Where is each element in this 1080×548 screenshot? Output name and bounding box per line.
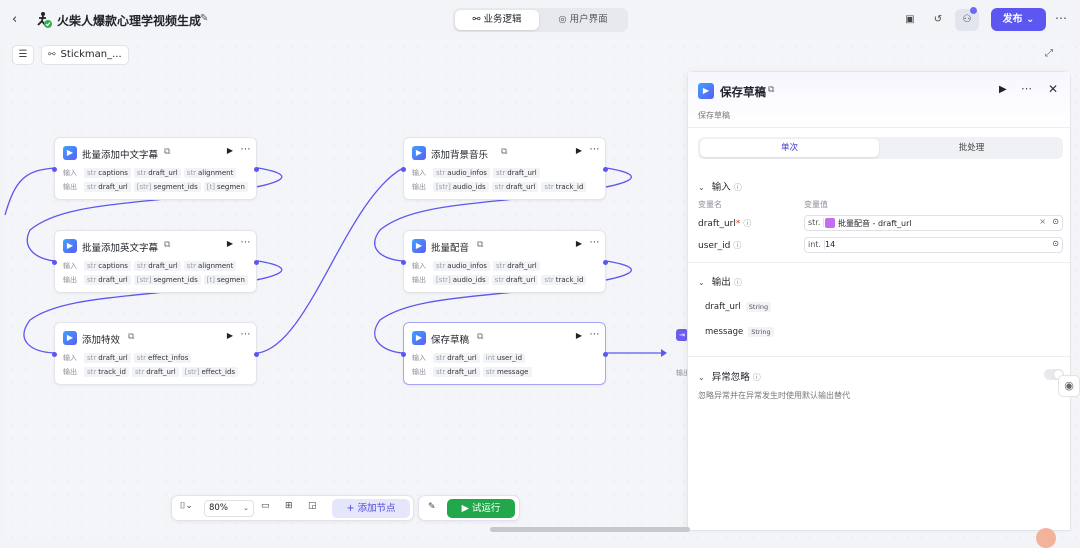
draft-url-field[interactable]: str. 批量配音 - draft_url × ⊙	[804, 215, 1063, 231]
node-batch-english-captions[interactable]: ▶ 批量添加英文字幕 ⧉ ▶ ⋯ 输入 str captions str draft_url st…	[52, 230, 259, 293]
output-section-header[interactable]: ⌄ 输出 ⓘ	[698, 274, 742, 288]
copy-icon: ⧉	[128, 332, 135, 342]
chevron-down-icon: ⌄	[698, 183, 705, 192]
col-variable-name: 变量名	[698, 200, 722, 209]
more-icon[interactable]: ⋯	[241, 237, 252, 248]
horizontal-scrollbar[interactable]	[490, 527, 690, 532]
field-label-draft-url: draft_url* ⓘ	[698, 219, 752, 229]
test-run-button[interactable]: ▶ 试运行	[447, 499, 515, 518]
zoom-select[interactable]: 80% ⌄	[204, 500, 254, 517]
info-icon: ⓘ	[743, 219, 752, 228]
output-port[interactable]	[603, 167, 608, 172]
comment-icon[interactable]: ▭	[261, 501, 270, 511]
input-port[interactable]	[52, 260, 57, 265]
input-port[interactable]	[401, 167, 406, 172]
panel-description: 保存草稿	[698, 111, 730, 120]
output-port[interactable]	[603, 352, 608, 357]
copy-icon: ⧉	[477, 332, 484, 342]
assistant-icon[interactable]: ◉	[1058, 375, 1080, 397]
add-node-button[interactable]: + 添加节点	[332, 499, 410, 518]
play-icon[interactable]: ▶	[576, 239, 582, 248]
copy-icon: ⧉	[501, 147, 508, 157]
info-icon[interactable]: ⓘ	[753, 373, 761, 382]
plugin-icon: ▶	[412, 146, 426, 160]
input-port[interactable]	[401, 352, 406, 357]
tab-single[interactable]: 单次	[700, 139, 879, 157]
clear-icon[interactable]: ×	[1039, 217, 1046, 226]
copy-icon: ⧉	[164, 147, 171, 157]
play-icon[interactable]: ▶	[576, 146, 582, 155]
play-icon[interactable]: ▶	[227, 331, 233, 340]
play-icon: ▶	[461, 503, 472, 514]
divider	[688, 262, 1070, 263]
play-icon[interactable]: ▶	[576, 331, 582, 340]
field-label-user-id: user_id ⓘ	[698, 241, 742, 251]
mouse-mode-icon[interactable]: ⌷⌄	[180, 501, 193, 511]
play-icon[interactable]: ▶	[227, 239, 233, 248]
output-port[interactable]	[603, 260, 608, 265]
plugin-icon: ▶	[412, 239, 426, 253]
plugin-icon: ▶	[698, 83, 714, 99]
run-toolbar: ✎ ▶ 试运行	[418, 495, 520, 521]
avatar[interactable]	[1036, 528, 1056, 548]
grid-layout-icon[interactable]: ⊞	[285, 501, 293, 511]
col-variable-value: 变量值	[804, 200, 828, 209]
plugin-icon: ▶	[412, 331, 426, 345]
node-add-effects[interactable]: ▶ 添加特效 ⧉ ▶ ⋯ 输入 str draft_url str effect_infos 输…	[52, 322, 259, 385]
more-icon[interactable]: ⋯	[241, 329, 252, 340]
more-icon[interactable]: ⋯	[590, 329, 601, 340]
copy-icon[interactable]: ⧉	[768, 85, 774, 95]
chevron-down-icon: ⌄	[698, 373, 705, 382]
panel-title: 保存草稿	[720, 85, 766, 99]
node-batch-chinese-captions[interactable]: ▶ 批量添加中文字幕 ⧉ ▶ ⋯ 输入 str captions str draft_url st…	[52, 137, 259, 200]
input-port[interactable]	[401, 260, 406, 265]
run-node-icon[interactable]: ▶	[999, 84, 1007, 95]
node-ref-icon	[825, 218, 835, 228]
debug-icon[interactable]: ✎	[428, 502, 436, 512]
more-icon[interactable]: ⋯	[590, 144, 601, 155]
output-item: message String	[705, 327, 774, 337]
plugin-icon: ▶	[63, 331, 77, 345]
more-icon[interactable]: ⋯	[590, 237, 601, 248]
run-mode-tabs: 单次 批处理	[698, 137, 1063, 159]
info-icon[interactable]: ⓘ	[734, 183, 742, 192]
copy-icon: ⧉	[477, 240, 484, 250]
minimap-icon[interactable]: ◲	[308, 501, 317, 511]
chevron-down-icon: ⌄	[243, 504, 249, 512]
canvas-toolbar: ⌷⌄ 80% ⌄ ▭ ⊞ ◲ + 添加节点	[171, 495, 414, 521]
play-icon[interactable]: ▶	[227, 146, 233, 155]
output-item: draft_url String	[705, 302, 772, 312]
divider	[688, 356, 1070, 357]
plugin-icon: ▶	[63, 146, 77, 160]
node-save-draft[interactable]: ▶ 保存草稿 ⧉ ▶ ⋯ 输入 str draft_url int user_id 输出 str d…	[401, 322, 608, 385]
user-id-field[interactable]: int. 14 ⊙	[804, 237, 1063, 253]
info-icon: ⓘ	[733, 241, 742, 250]
input-section-header[interactable]: ⌄ 输入 ⓘ	[698, 179, 742, 193]
plugin-icon: ▶	[63, 239, 77, 253]
plus-icon: +	[346, 503, 358, 514]
target-icon[interactable]: ⊙	[1052, 239, 1059, 248]
target-icon[interactable]: ⊙	[1052, 217, 1059, 226]
input-port[interactable]	[52, 352, 57, 357]
input-port[interactable]	[52, 167, 57, 172]
output-port[interactable]	[254, 260, 259, 265]
copy-icon: ⧉	[164, 240, 171, 250]
tab-batch[interactable]: 批处理	[882, 139, 1061, 157]
output-port[interactable]	[254, 352, 259, 357]
node-add-background-music[interactable]: ▶ 添加背景音乐 ⧉ ▶ ⋯ 输入 str audio_infos str draft_url …	[401, 137, 608, 200]
output-port[interactable]	[254, 167, 259, 172]
panel-header: ▶ 保存草稿 ⧉ ▶ ⋯ ✕ 保存草稿	[688, 72, 1070, 128]
error-description: 忽略异常并在异常发生时使用默认输出替代	[698, 391, 850, 400]
close-icon[interactable]: ✕	[1048, 82, 1058, 96]
more-icon[interactable]: ⋯	[1021, 82, 1032, 95]
info-icon[interactable]: ⓘ	[734, 278, 742, 287]
node-batch-dubbing[interactable]: ▶ 批量配音 ⧉ ▶ ⋯ 输入 str audio_infos str draft_url 输出…	[401, 230, 608, 293]
more-icon[interactable]: ⋯	[241, 144, 252, 155]
node-config-panel: ▶ 保存草稿 ⧉ ▶ ⋯ ✕ 保存草稿 单次 批处理 ⌄ 输入 ⓘ 变量名 变量值 …	[687, 71, 1071, 531]
chevron-down-icon: ⌄	[698, 278, 705, 287]
error-section-header[interactable]: ⌄ 异常忽略 ⓘ	[698, 369, 761, 383]
